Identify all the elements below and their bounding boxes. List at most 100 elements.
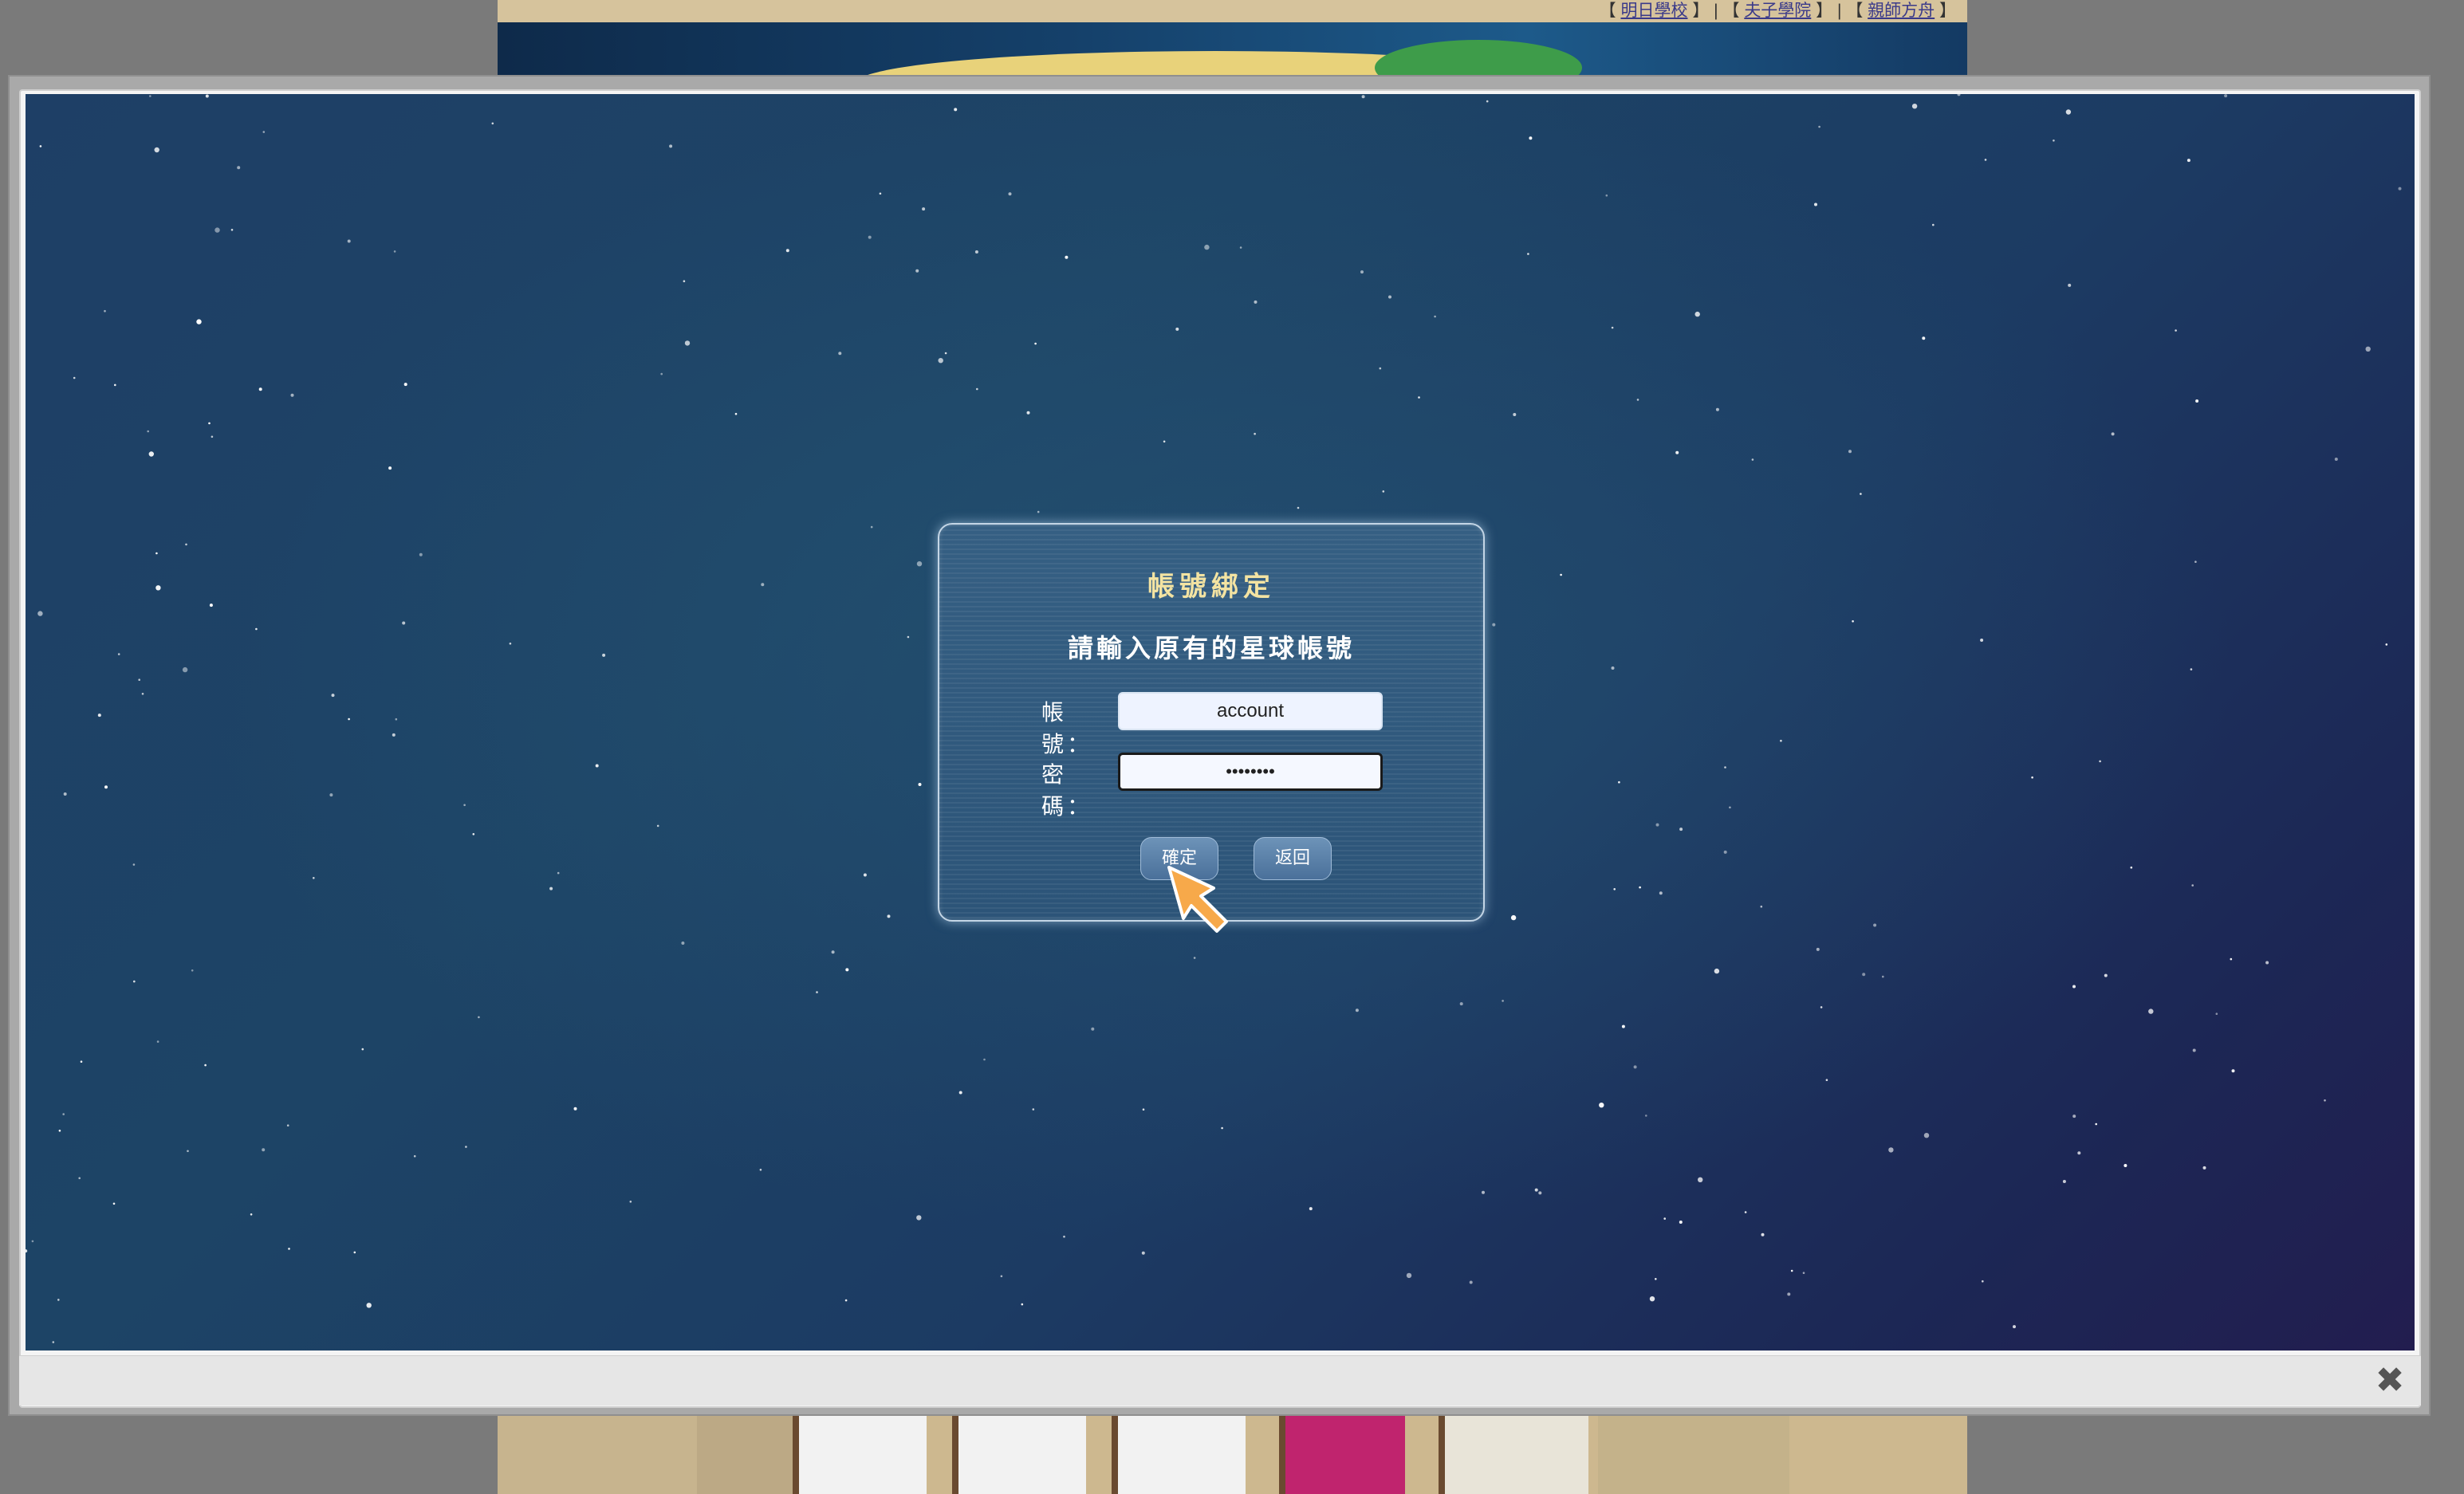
star bbox=[2231, 1069, 2235, 1073]
star bbox=[1694, 311, 1700, 317]
star bbox=[80, 1060, 83, 1063]
star bbox=[1529, 136, 1533, 140]
star bbox=[916, 1215, 922, 1221]
link-fuzi-academy[interactable]: 夫子學院 bbox=[1744, 2, 1811, 20]
star bbox=[954, 108, 958, 112]
star bbox=[684, 340, 691, 346]
star bbox=[573, 1107, 577, 1111]
star bbox=[1724, 766, 1726, 769]
star bbox=[2148, 1008, 2154, 1014]
star bbox=[288, 1248, 290, 1250]
star bbox=[2195, 399, 2199, 403]
space-login-scene: 帳號綁定 請輸入原有的星球帳號 帳號： 密碼： 確定 返回 bbox=[26, 94, 2415, 1350]
star bbox=[156, 1040, 159, 1043]
star bbox=[1469, 1280, 1473, 1284]
password-field[interactable] bbox=[1118, 753, 1383, 791]
star bbox=[1379, 367, 1382, 370]
account-binding-dialog: 帳號綁定 請輸入原有的星球帳號 帳號： 密碼： 確定 返回 bbox=[938, 523, 1485, 922]
star bbox=[1980, 639, 1984, 642]
star bbox=[353, 1251, 356, 1254]
star bbox=[1527, 253, 1529, 255]
star bbox=[1142, 1108, 1145, 1111]
star bbox=[734, 412, 738, 415]
star bbox=[1141, 1251, 1145, 1255]
star bbox=[1163, 440, 1166, 443]
star bbox=[2215, 1012, 2218, 1015]
star bbox=[2202, 1166, 2206, 1170]
star bbox=[1715, 407, 1719, 411]
star bbox=[1659, 891, 1663, 895]
star bbox=[1818, 125, 1820, 128]
star bbox=[472, 833, 475, 835]
star bbox=[262, 131, 266, 133]
star bbox=[1862, 973, 1866, 977]
star bbox=[1221, 1126, 1223, 1130]
modal-footer-bar: ✖ bbox=[19, 1355, 2421, 1406]
star bbox=[1655, 1278, 1657, 1280]
star bbox=[2385, 643, 2388, 646]
star bbox=[290, 393, 294, 397]
star bbox=[237, 166, 241, 170]
star bbox=[660, 372, 663, 375]
star bbox=[52, 1341, 55, 1343]
star bbox=[2111, 432, 2115, 436]
star bbox=[1802, 1272, 1805, 1274]
star bbox=[147, 430, 149, 433]
star bbox=[1655, 823, 1659, 827]
star bbox=[1008, 192, 1012, 196]
star bbox=[1459, 1002, 1463, 1006]
star bbox=[1021, 1303, 1024, 1306]
star bbox=[2187, 159, 2190, 163]
star bbox=[938, 358, 943, 364]
star bbox=[348, 718, 350, 721]
star bbox=[154, 147, 159, 153]
star bbox=[155, 585, 161, 591]
star bbox=[114, 383, 116, 387]
star bbox=[656, 824, 659, 828]
star bbox=[402, 621, 406, 625]
close-icon[interactable]: ✖ bbox=[2372, 1362, 2408, 1399]
star bbox=[1621, 1024, 1625, 1028]
star bbox=[863, 873, 867, 877]
star bbox=[1309, 1207, 1313, 1211]
link-tomorrow-school[interactable]: 明日學校 bbox=[1620, 2, 1687, 20]
star bbox=[1932, 223, 1935, 226]
star bbox=[1065, 255, 1069, 259]
star bbox=[958, 1091, 962, 1095]
link-parent-ark[interactable]: 親師方舟 bbox=[1868, 2, 1935, 20]
star bbox=[879, 192, 882, 195]
star bbox=[331, 694, 335, 698]
star bbox=[549, 887, 553, 891]
star bbox=[1645, 1115, 1647, 1117]
star bbox=[2230, 957, 2233, 961]
star bbox=[155, 552, 158, 555]
star bbox=[1063, 1235, 1065, 1238]
star bbox=[2324, 1099, 2326, 1102]
star bbox=[463, 804, 466, 807]
star bbox=[262, 1148, 266, 1152]
star bbox=[1957, 94, 1961, 96]
star bbox=[2062, 1180, 2066, 1183]
star bbox=[1613, 888, 1616, 891]
star bbox=[148, 451, 154, 457]
star bbox=[1388, 295, 1391, 299]
star bbox=[1611, 666, 1615, 670]
star bbox=[1790, 1269, 1793, 1272]
star bbox=[37, 611, 43, 616]
back-button[interactable]: 返回 bbox=[1254, 837, 1332, 880]
star bbox=[918, 783, 922, 786]
star bbox=[2013, 1325, 2016, 1329]
account-field[interactable] bbox=[1118, 692, 1383, 730]
star bbox=[2334, 458, 2338, 461]
star bbox=[1780, 739, 1782, 742]
star bbox=[1825, 1079, 1828, 1081]
star bbox=[1091, 1027, 1095, 1031]
star bbox=[2265, 961, 2269, 965]
star bbox=[1360, 270, 1364, 274]
star bbox=[761, 583, 765, 587]
star bbox=[393, 250, 396, 253]
star bbox=[191, 969, 194, 972]
star bbox=[104, 309, 106, 313]
star bbox=[976, 387, 978, 391]
star bbox=[2053, 140, 2055, 142]
